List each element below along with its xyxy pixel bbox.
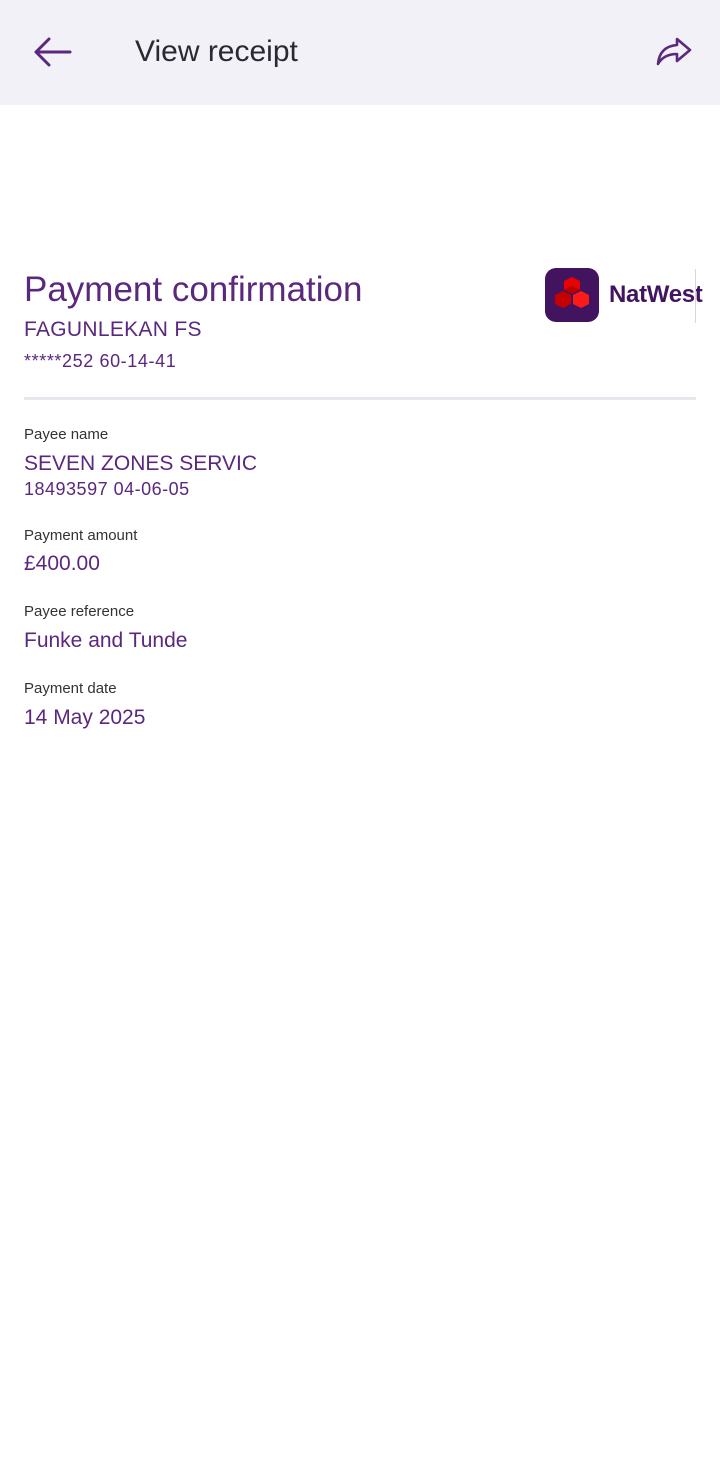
receipt-title: Payment confirmation (24, 270, 363, 309)
payee-name-value: SEVEN ZONES SERVIC (24, 452, 258, 475)
payee-reference-label: Payee reference (24, 603, 135, 620)
account-number: *****252 60-14-41 (24, 351, 177, 371)
account-name: FAGUNLEKAN FS (24, 318, 202, 341)
payee-name-label: Payee name (24, 426, 109, 443)
share-arrow-icon (656, 37, 692, 66)
payee-account-details: 18493597 04-06-05 (24, 479, 190, 499)
payment-date-value: 14 May 2025 (24, 706, 146, 729)
app-header: View receipt (0, 0, 720, 105)
payment-amount-label: Payment amount (24, 527, 138, 544)
arrow-left-icon (34, 37, 72, 67)
share-button[interactable] (650, 30, 698, 74)
logo-divider (695, 269, 696, 323)
brand-name: NatWest (609, 281, 703, 308)
page-title: View receipt (135, 35, 298, 68)
natwest-logo: NatWest (545, 267, 703, 323)
payment-date-label: Payment date (24, 680, 117, 697)
payment-amount-value: £400.00 (24, 552, 100, 575)
natwest-cube-icon (545, 268, 599, 322)
payee-reference-value: Funke and Tunde (24, 629, 188, 652)
back-button[interactable] (28, 30, 76, 74)
section-divider (24, 397, 696, 400)
